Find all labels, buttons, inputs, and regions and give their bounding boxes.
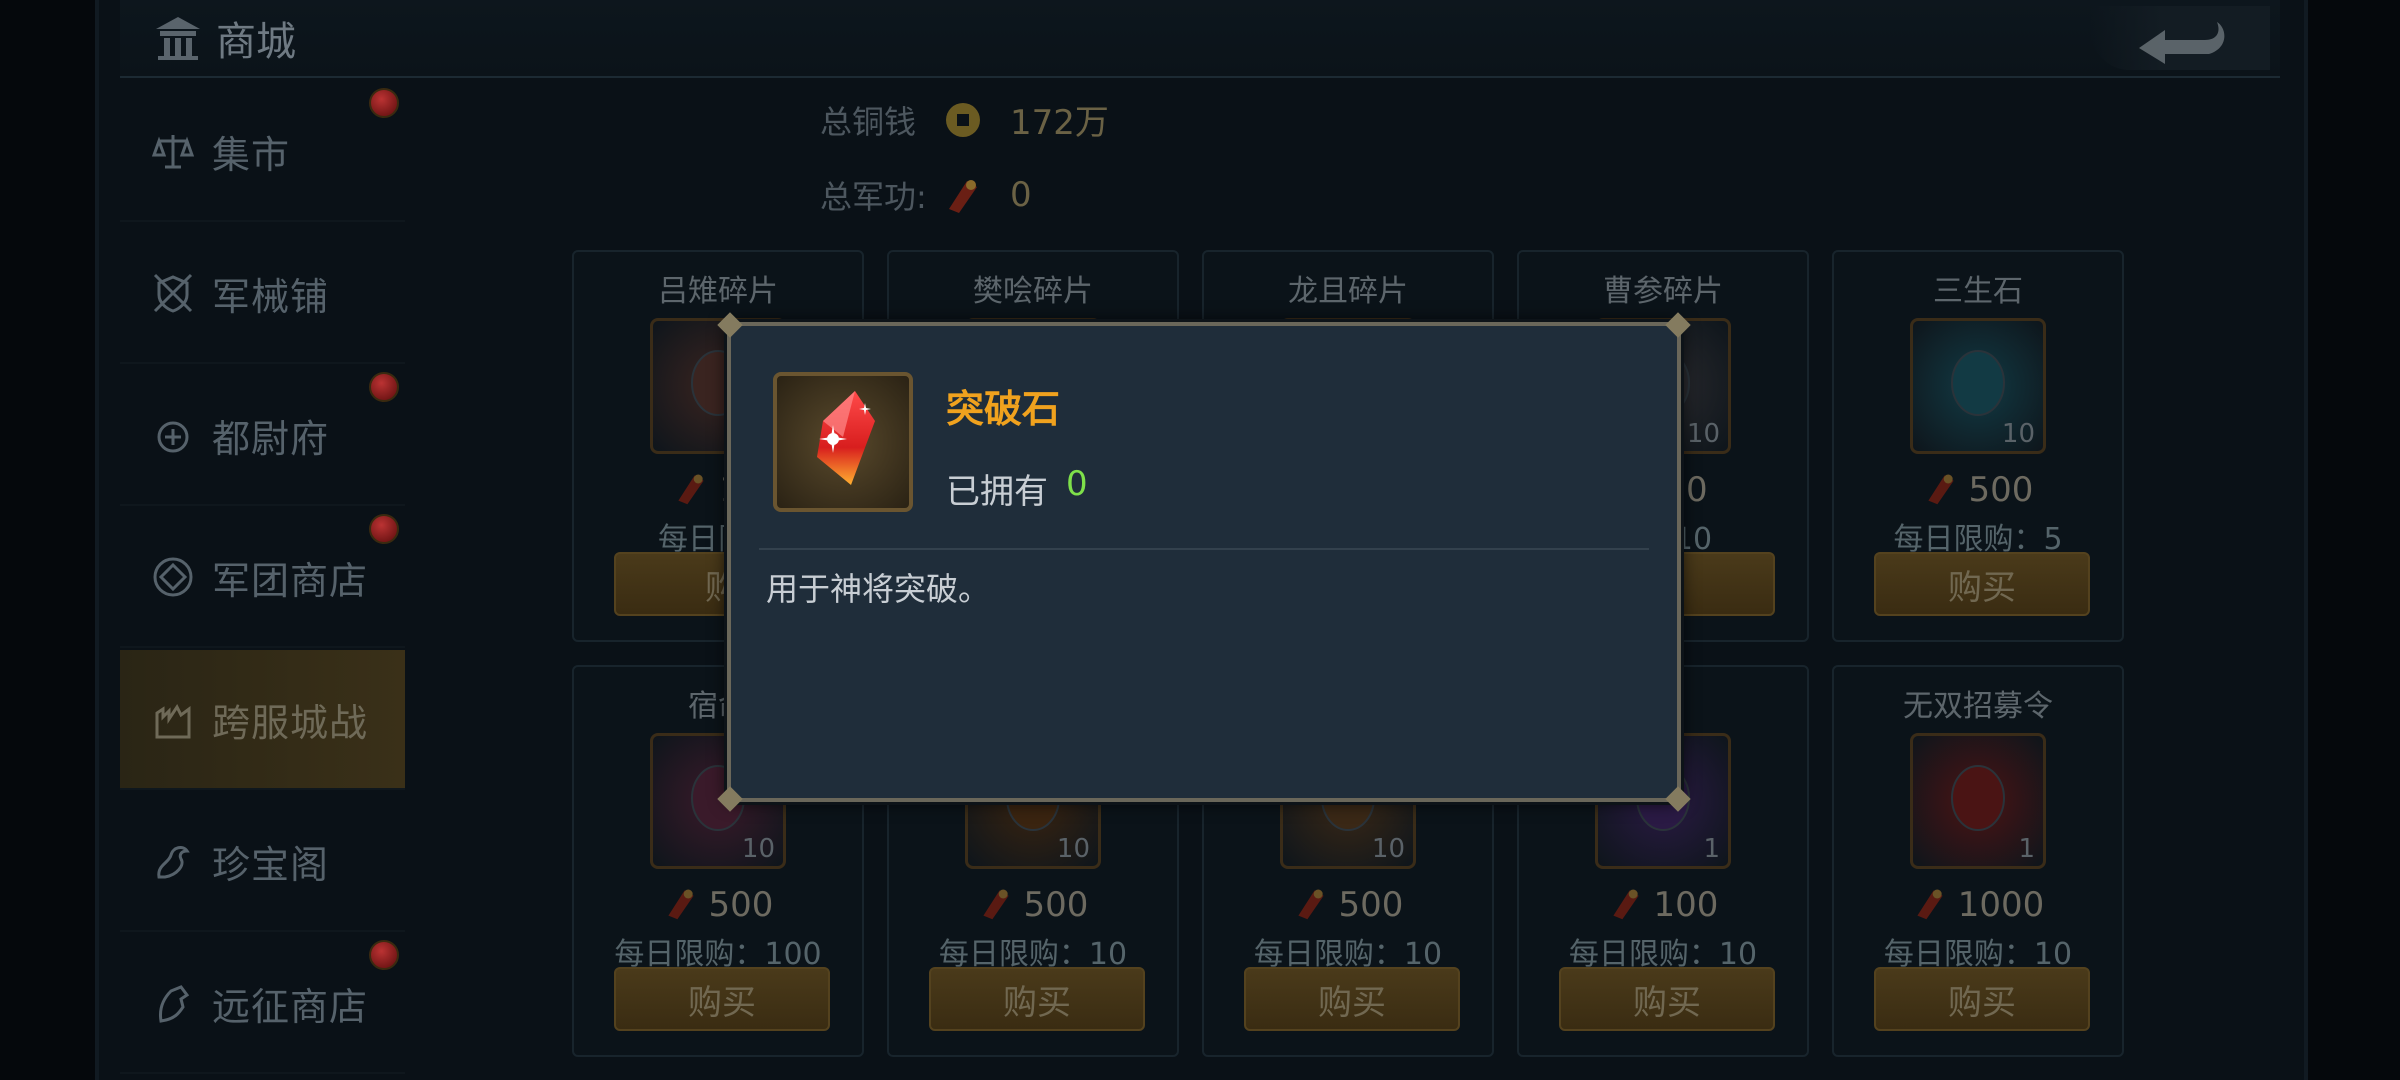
sidebar-item-label: 远征商店 <box>212 984 369 1029</box>
product-quantity: 10 <box>1686 419 1720 449</box>
product-quantity: 10 <box>2001 419 2035 449</box>
copper-value: 172万 <box>1010 103 1109 143</box>
sidebar-item-expedition-shop[interactable]: 远征商店 <box>120 934 405 1074</box>
sidebar-item-label: 珍宝阁 <box>212 842 330 887</box>
buy-button[interactable]: 购买 <box>1244 967 1460 1031</box>
product-quantity: 10 <box>1056 834 1090 864</box>
product-name: 无双招募令 <box>1903 689 2053 724</box>
red-crystal-icon <box>793 385 893 499</box>
product-quantity: 10 <box>741 834 775 864</box>
notification-dot <box>369 514 399 544</box>
page-title: 商城 <box>216 19 296 65</box>
buy-button[interactable]: 购买 <box>929 967 1145 1031</box>
seal-icon <box>1943 758 2013 842</box>
copper-label: 总铜钱 <box>820 102 917 141</box>
product-name: 曹参碎片 <box>1603 274 1723 309</box>
item-icon-frame <box>773 372 913 512</box>
top-bar <box>120 0 2280 78</box>
horse-icon <box>150 980 196 1026</box>
product-price: 500 <box>1338 885 1404 925</box>
merit-total-row: 总军功: 0 <box>820 157 1109 232</box>
merit-token-icon <box>673 470 709 510</box>
scale-icon <box>150 128 196 174</box>
shield-icon <box>150 270 196 316</box>
merit-token-icon <box>1608 885 1644 925</box>
sidebar-item-treasure-pavilion[interactable]: 珍宝阁 <box>120 792 405 932</box>
jade-icon <box>1943 343 2013 427</box>
product-price-row: 500 <box>1834 470 2122 510</box>
sidebar-item-legion-shop[interactable]: 军团商店 <box>120 508 405 648</box>
product-price: 1000 <box>1957 885 2045 925</box>
item-info-modal: 突破石 已拥有 0 用于神将突破。 <box>717 312 1691 812</box>
buy-button[interactable]: 购买 <box>614 967 830 1031</box>
product-image[interactable]: 10 <box>1910 318 2046 454</box>
return-arrow-icon <box>2125 8 2235 68</box>
buy-button[interactable]: 购买 <box>1559 967 1775 1031</box>
merit-value: 0 <box>1010 174 1032 215</box>
item-description: 用于神将突破。 <box>766 570 991 608</box>
owned-count: 0 <box>1066 464 1088 504</box>
notification-dot <box>369 372 399 402</box>
product-price-row: 500 <box>1204 885 1492 925</box>
hall-icon <box>150 412 196 458</box>
buy-button[interactable]: 购买 <box>1874 552 2090 616</box>
sidebar-item-label: 军团商店 <box>212 558 369 603</box>
merit-label: 总军功: <box>820 177 927 216</box>
notification-dot <box>369 88 399 118</box>
product-price-row: 1000 <box>1834 885 2122 925</box>
product-name: 三生石 <box>1933 274 2023 309</box>
buy-button[interactable]: 购买 <box>1874 967 2090 1031</box>
owned-row: 已拥有 0 <box>946 464 1088 513</box>
divider <box>759 548 1649 550</box>
product-image[interactable]: 1 <box>1910 733 2046 869</box>
merit-token-icon <box>940 172 986 218</box>
back-button[interactable] <box>2090 6 2270 70</box>
product-quantity: 10 <box>1371 834 1405 864</box>
sidebar-item-label: 都尉府 <box>212 416 330 461</box>
sidebar-item-crossserver-war[interactable]: 跨服城战 <box>120 650 405 790</box>
sidebar-item-label: 跨服城战 <box>212 700 369 745</box>
emblem-icon <box>150 554 196 600</box>
dragon-icon <box>150 838 196 884</box>
product-name: 吕雉碎片 <box>658 274 778 309</box>
sidebar-item-label: 军械铺 <box>212 274 330 319</box>
copper-total-row: 总铜钱 172万 <box>820 82 1109 157</box>
product-name: 龙且碎片 <box>1288 274 1408 309</box>
merit-token-icon <box>1293 885 1329 925</box>
product-price-row: 500 <box>574 885 862 925</box>
merit-token-icon <box>1923 470 1959 510</box>
product-quantity: 1 <box>1703 834 1720 864</box>
shop-icon <box>150 11 206 65</box>
notification-dot <box>369 940 399 970</box>
product-price: 500 <box>1023 885 1089 925</box>
product-card: 无双招募令 1 1000 每日限购：10 购买 <box>1832 665 2124 1057</box>
coin-icon <box>940 97 986 143</box>
product-card: 三生石 10 500 每日限购：5 购买 <box>1832 250 2124 642</box>
product-price: 100 <box>1653 885 1719 925</box>
product-price-row: 100 <box>1519 885 1807 925</box>
owned-label: 已拥有 <box>946 472 1048 512</box>
sidebar-item-market[interactable]: 集市 <box>120 82 405 222</box>
merit-token-icon <box>663 885 699 925</box>
product-name: 樊哙碎片 <box>973 274 1093 309</box>
sidebar-item-armory[interactable]: 军械铺 <box>120 224 405 364</box>
shop-header: 商城 <box>150 11 296 65</box>
currency-totals: 总铜钱 172万 总军功: 0 <box>820 82 1109 232</box>
merit-token-icon <box>978 885 1014 925</box>
product-price-row: 500 <box>889 885 1177 925</box>
merit-token-icon <box>1912 885 1948 925</box>
sidebar-item-duwei[interactable]: 都尉府 <box>120 366 405 506</box>
product-price: 500 <box>1968 470 2034 510</box>
product-price: 500 <box>708 885 774 925</box>
sidebar-item-label: 集市 <box>212 132 291 177</box>
product-quantity: 1 <box>2018 834 2035 864</box>
castle-icon <box>150 696 196 742</box>
sidebar: 集市 军械铺 都尉府 军团商店 跨服城战 珍宝阁 远征商店 <box>120 76 405 1080</box>
item-name: 突破石 <box>946 387 1061 431</box>
